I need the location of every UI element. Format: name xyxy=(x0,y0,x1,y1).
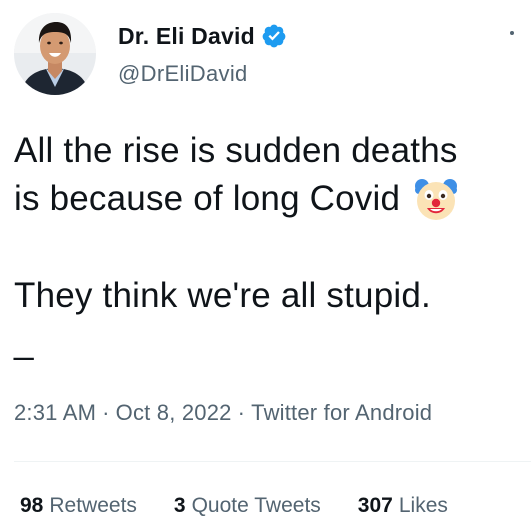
meta-separator: · xyxy=(237,400,246,425)
retweets-stat[interactable]: 98 Retweets xyxy=(20,494,137,518)
tweet-header: Dr. Eli David @DrEliDavid xyxy=(14,13,524,97)
retweets-label: Retweets xyxy=(49,494,137,517)
tweet-card: Dr. Eli David @DrEliDavid All the rise i… xyxy=(0,0,531,527)
author-info: Dr. Eli David @DrEliDavid xyxy=(118,21,287,87)
likes-stat[interactable]: 307 Likes xyxy=(358,494,448,518)
tweet-line-2: is because of long Covid xyxy=(14,179,401,218)
more-options-icon[interactable] xyxy=(506,31,518,51)
quote-tweets-count: 3 xyxy=(173,494,186,517)
tweet-text: All the rise is sudden deaths is because… xyxy=(14,128,524,365)
tweet-meta: 2:31 AM · Oct 8, 2022 · Twitter for Android xyxy=(14,400,432,426)
tweet-source[interactable]: Twitter for Android xyxy=(251,400,432,425)
tweet-date[interactable]: Oct 8, 2022 xyxy=(116,400,232,425)
tweet-time[interactable]: 2:31 AM xyxy=(14,400,96,425)
avatar-image xyxy=(14,13,96,95)
meta-separator: · xyxy=(102,400,110,425)
quote-tweets-stat[interactable]: 3 Quote Tweets xyxy=(174,494,321,518)
tweet-paragraph-2: They think we're all stupid. xyxy=(14,276,431,315)
likes-count: 307 xyxy=(357,494,393,517)
tweet-dash: _ xyxy=(14,322,34,361)
tweet-line-2-row: is because of long Covid xyxy=(14,174,524,222)
quote-tweets-label: Quote Tweets xyxy=(191,494,321,517)
author-display-name[interactable]: Dr. Eli David xyxy=(118,23,255,50)
clown-face-icon xyxy=(412,174,460,222)
avatar[interactable] xyxy=(14,13,96,95)
divider xyxy=(14,461,531,462)
verified-badge-icon xyxy=(261,23,287,49)
author-handle[interactable]: @DrEliDavid xyxy=(118,61,287,87)
likes-label: Likes xyxy=(398,494,448,517)
tweet-line-1: All the rise is sudden deaths xyxy=(14,131,458,170)
tweet-stats: 98 Retweets 3 Quote Tweets 307 Likes xyxy=(20,494,448,518)
author-name-row: Dr. Eli David xyxy=(118,21,287,51)
retweets-count: 98 xyxy=(20,494,44,517)
